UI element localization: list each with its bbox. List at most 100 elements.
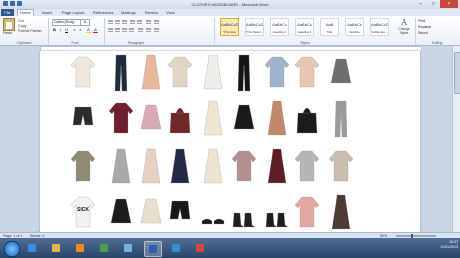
black-shorts-image[interactable] (70, 99, 96, 140)
black-handbag-image[interactable] (294, 99, 320, 140)
peach-lace-top-image[interactable] (294, 53, 320, 94)
vertical-scrollbar[interactable] (452, 46, 460, 232)
taskbar-ie-icon[interactable] (24, 241, 40, 255)
grey-maxi-skirt-image[interactable] (328, 53, 354, 94)
sort-icon[interactable] (146, 20, 151, 24)
tab-view[interactable]: View (166, 9, 175, 16)
decrease-indent-icon[interactable] (130, 20, 135, 24)
select-button[interactable]: Select (418, 30, 458, 36)
peach-dress-image[interactable] (138, 53, 164, 94)
shading-icon[interactable] (146, 28, 151, 32)
change-styles-button[interactable]: A Change Styles (396, 18, 412, 41)
pink-skater-skirt-image[interactable] (138, 99, 164, 140)
tab-mailings[interactable]: Mailings (121, 9, 136, 16)
taupe-top-image[interactable] (328, 147, 354, 188)
taskbar-word-icon[interactable] (144, 241, 162, 257)
black-skater-skirt-image[interactable] (108, 193, 134, 234)
blue-sweater-image[interactable] (264, 53, 290, 94)
multilevel-list-icon[interactable] (122, 20, 127, 24)
dark-skinny-jeans-image[interactable] (108, 53, 134, 94)
khaki-tshirt-image[interactable] (70, 147, 96, 188)
tab-home[interactable]: Home (17, 9, 34, 16)
start-button[interactable] (4, 241, 20, 257)
black-lace-boots-image[interactable] (231, 193, 257, 234)
italic-button[interactable]: I (58, 27, 63, 32)
floral-cami-image[interactable] (138, 147, 164, 188)
taskbar-chrome-icon-2[interactable] (192, 241, 208, 255)
burgundy-handbag-image[interactable] (167, 99, 193, 140)
cream-dress-image[interactable] (200, 99, 226, 140)
underline-button[interactable]: U (64, 27, 69, 32)
font-size-dropdown[interactable]: 11 (80, 19, 90, 26)
cream-cami-image[interactable] (200, 147, 226, 188)
show-marks-icon[interactable] (154, 20, 159, 24)
style-item[interactable]: AaBbCcDc Subtle Em... (370, 18, 389, 36)
subscript-button[interactable]: x (72, 27, 77, 32)
tab-references[interactable]: References (93, 9, 113, 16)
taskbar-photoshop-icon[interactable] (168, 241, 184, 255)
align-right-icon[interactable] (122, 28, 127, 32)
paste-button[interactable]: Paste (3, 31, 12, 35)
taskbar-chrome-icon[interactable] (96, 241, 112, 255)
style-item[interactable]: AaBbCc Subtitle (345, 18, 364, 36)
align-center-icon[interactable] (115, 28, 120, 32)
sick-slogan-tee-image[interactable]: SICK (70, 193, 96, 234)
line-spacing-icon[interactable] (138, 28, 143, 32)
numbering-icon[interactable] (115, 20, 120, 24)
format-painter-button[interactable]: Format Painter (18, 29, 42, 33)
bold-button[interactable]: B (52, 27, 57, 32)
zoom-slider[interactable] (396, 234, 436, 238)
taskbar-media-player-icon[interactable] (72, 241, 88, 255)
grey-cami-top-image[interactable] (108, 147, 134, 188)
tan-pinafore-dress-image[interactable] (264, 99, 290, 140)
style-item[interactable]: AaBbCc Heading 2 (295, 18, 314, 36)
pink-lace-top-image[interactable] (294, 193, 320, 234)
align-left-icon[interactable] (108, 28, 113, 32)
style-item[interactable]: AaB Title (320, 18, 339, 36)
style-item[interactable]: AaBbCc Heading 1 (270, 18, 289, 36)
taskbar-itunes-icon[interactable] (120, 241, 136, 255)
tab-insert[interactable]: Insert (42, 9, 52, 16)
tab-page-layout[interactable]: Page Layout (62, 9, 84, 16)
navy-cami-image[interactable] (167, 147, 193, 188)
black-leggings-image[interactable] (231, 53, 257, 94)
check-shirt-image[interactable] (231, 147, 257, 188)
cream-skirt-image[interactable] (138, 193, 164, 234)
beige-sweater-image[interactable] (167, 53, 193, 94)
taskbar-explorer-icon[interactable] (48, 241, 64, 255)
copy-button[interactable]: Copy (18, 24, 26, 28)
cut-button[interactable]: Cut (18, 19, 24, 23)
minimize-button[interactable]: – (414, 0, 427, 8)
document-page[interactable]: SICK (40, 51, 420, 233)
close-button[interactable]: × (440, 0, 458, 8)
style-item[interactable]: AaBbCcDc ¶ Normal (220, 18, 239, 36)
black-aztec-skirt-image[interactable] (231, 99, 257, 140)
increase-indent-icon[interactable] (137, 20, 142, 24)
scrollbar-thumb[interactable] (454, 52, 460, 94)
style-item[interactable]: AaBbCcDc ¶ No Spaci... (245, 18, 264, 36)
tab-file[interactable]: File (1, 9, 14, 16)
borders-icon[interactable] (154, 28, 159, 32)
grey-tshirt-image[interactable] (294, 147, 320, 188)
ie-icon (28, 244, 36, 252)
cream-knit-sweater-image[interactable] (70, 53, 96, 94)
font-name-dropdown[interactable]: Calibri (Body) (52, 19, 81, 26)
black-ballet-flats-image[interactable] (200, 193, 226, 234)
font-color-button[interactable]: A (93, 27, 98, 33)
black-shorts-2-image[interactable] (167, 193, 193, 234)
paste-icon[interactable] (3, 18, 15, 31)
clock-date[interactable]: 11/01/2013 (440, 245, 458, 250)
tab-review[interactable]: Review (145, 9, 158, 16)
brown-bodycon-dress-image[interactable] (328, 193, 354, 234)
bullets-icon[interactable] (108, 20, 113, 24)
burgundy-check-shirt-image[interactable] (108, 99, 134, 140)
maximize-button[interactable]: □ (427, 0, 440, 8)
superscript-button[interactable]: x (78, 27, 83, 32)
window-title: CLOTHES MOODBOARD - Microsoft Word (191, 2, 269, 7)
white-tank-top-image[interactable] (200, 53, 226, 94)
justify-icon[interactable] (129, 28, 134, 32)
highlight-button[interactable]: A (86, 27, 91, 33)
grey-jeans-image[interactable] (328, 99, 354, 140)
burgundy-vest-image[interactable] (264, 147, 290, 188)
black-ankle-boots-image[interactable] (264, 193, 290, 234)
